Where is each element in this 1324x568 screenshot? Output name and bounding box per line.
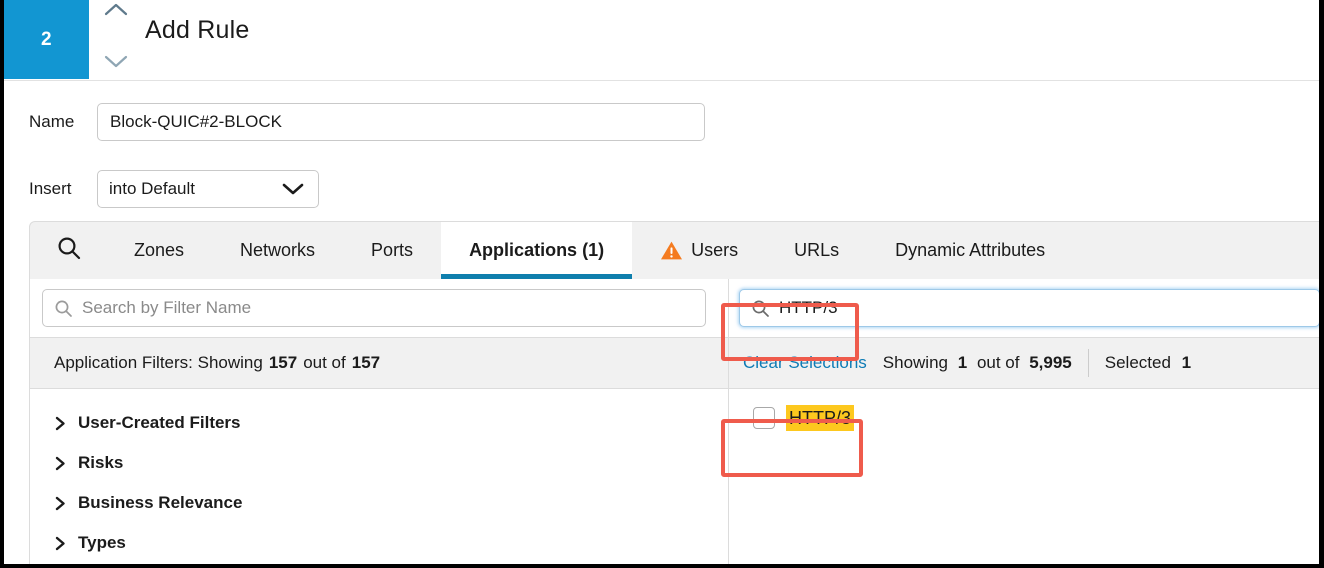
tab-networks-label: Networks: [240, 240, 316, 260]
tab-applications[interactable]: Applications (1): [441, 222, 633, 279]
filter-category-tree: User-Created Filters Risks Business Rele…: [30, 389, 728, 563]
dialog-header: 2 Add Rule: [4, 0, 1319, 81]
chevron-right-icon: [54, 416, 78, 431]
tree-item-risks[interactable]: Risks: [54, 443, 728, 483]
page-title: Add Rule: [145, 16, 250, 44]
application-filters-panel: Search by Filter Name Application Filter…: [30, 279, 729, 564]
tab-users[interactable]: Users: [632, 222, 766, 279]
list-item[interactable]: HTTP/3: [743, 401, 1319, 435]
name-label: Name: [29, 112, 75, 131]
tree-item-label: Types: [78, 533, 126, 552]
tree-item-types[interactable]: Types: [54, 523, 728, 563]
criteria-tab-bar: Zones Networks Ports Applications (1) Us…: [29, 221, 1319, 279]
search-icon: [43, 299, 82, 318]
tab-zones[interactable]: Zones: [106, 222, 212, 279]
application-search-value: HTTP/3: [779, 298, 838, 317]
warning-triangle-icon: [660, 240, 683, 261]
application-filters-status: Application Filters: Showing 157 out of …: [30, 337, 728, 389]
application-search-row: HTTP/3: [729, 279, 1319, 337]
filter-search-field[interactable]: Search by Filter Name: [42, 289, 706, 327]
search-icon: [740, 299, 779, 318]
filters-status-prefix: Application Filters: Showing: [54, 353, 263, 372]
search-icon: [56, 235, 82, 266]
header-collapse-controls[interactable]: [96, 0, 136, 79]
criteria-panels: Search by Filter Name Application Filter…: [29, 279, 1319, 564]
available-applications-status: Clear Selections Showing 1 out of 5,995 …: [729, 337, 1319, 389]
tab-dynamic-attributes-label: Dynamic Attributes: [895, 240, 1046, 260]
tab-urls[interactable]: URLs: [766, 222, 867, 279]
tree-item-label: Risks: [78, 453, 124, 472]
apps-selected-label: Selected: [1104, 353, 1171, 372]
filters-status-middle: out of: [303, 353, 346, 372]
tree-item-user-created-filters[interactable]: User-Created Filters: [54, 403, 728, 443]
apps-selected-group: Selected 1: [1105, 353, 1191, 373]
tab-urls-label: URLs: [794, 240, 840, 260]
insert-label: Insert: [29, 179, 72, 198]
apps-showing-count: 1: [957, 353, 968, 372]
rule-form: Name Insert into Default: [4, 81, 1319, 221]
application-checkbox[interactable]: [753, 407, 775, 429]
tree-item-label: Business Relevance: [78, 493, 243, 512]
add-rule-dialog: 2 Add Rule Name Block-QUIC#2-BLOCK Inser…: [4, 0, 1319, 564]
chevron-down-icon[interactable]: [103, 53, 129, 69]
apps-showing-prefix: Showing: [882, 353, 948, 372]
filters-showing-count: 157: [268, 353, 298, 372]
name-row: Name: [29, 103, 705, 141]
step-number-badge: 2: [4, 0, 89, 79]
available-applications-panel: HTTP/3 Clear Selections Showing 1 out of…: [729, 279, 1319, 564]
step-number-label: 2: [40, 28, 53, 50]
insert-selected-value: into Default: [109, 179, 195, 198]
tab-ports-label: Ports: [371, 240, 414, 260]
application-search-field[interactable]: HTTP/3: [739, 289, 1319, 327]
chevron-right-icon: [54, 536, 78, 551]
tab-networks[interactable]: Networks: [212, 222, 343, 279]
filter-search-row: Search by Filter Name: [30, 279, 728, 337]
tab-dynamic-attributes[interactable]: Dynamic Attributes: [867, 222, 1073, 279]
chevron-up-icon[interactable]: [103, 2, 129, 18]
apps-total-count: 5,995: [1029, 353, 1072, 372]
tree-item-label: User-Created Filters: [78, 413, 241, 432]
filter-search-placeholder: Search by Filter Name: [82, 298, 252, 317]
status-divider: [1087, 349, 1089, 377]
insert-position-select[interactable]: into Default: [97, 170, 319, 208]
rule-name-input[interactable]: [97, 103, 705, 141]
tab-users-label: Users: [691, 240, 739, 260]
chevron-right-icon: [54, 496, 78, 511]
apps-selected-count: 1: [1181, 353, 1192, 372]
tab-applications-label: Applications (1): [469, 240, 605, 260]
filters-total-count: 157: [351, 353, 381, 372]
chevron-down-icon: [282, 182, 304, 201]
tab-ports[interactable]: Ports: [343, 222, 441, 279]
application-results-list: HTTP/3: [729, 389, 1319, 435]
insert-row: Insert into Default: [29, 170, 319, 208]
screenshot-frame: 2 Add Rule Name Block-QUIC#2-BLOCK Inser…: [0, 0, 1324, 568]
tab-zones-label: Zones: [134, 240, 185, 260]
apps-showing-group: Showing 1 out of 5,995: [883, 353, 1072, 373]
application-name-label: HTTP/3: [786, 404, 855, 432]
clear-selections-link[interactable]: Clear Selections: [743, 353, 867, 373]
tab-search[interactable]: [30, 222, 106, 279]
apps-status-middle: out of: [976, 353, 1020, 372]
chevron-right-icon: [54, 456, 78, 471]
tree-item-business-relevance[interactable]: Business Relevance: [54, 483, 728, 523]
